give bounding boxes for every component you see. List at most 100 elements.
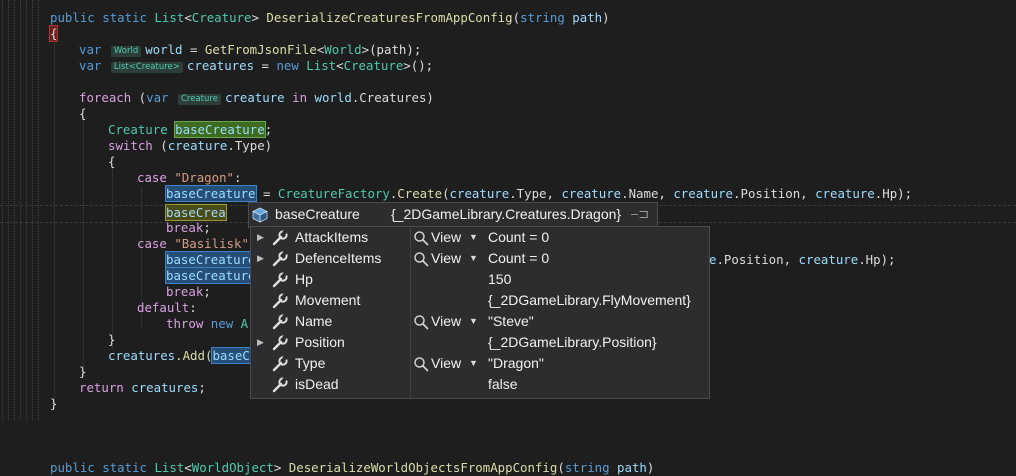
property-value[interactable]: Count = 0 — [488, 248, 549, 269]
property-wrench-icon — [272, 271, 288, 288]
property-name: Name — [295, 313, 333, 329]
keyword: return — [79, 380, 124, 395]
chevron-down-icon[interactable]: ▼ — [469, 227, 478, 248]
variable-highlight: baseCreature — [165, 185, 257, 202]
variable: world — [145, 42, 183, 57]
inline-type-hint: World — [110, 46, 142, 57]
property-value[interactable]: {_2DGameLibrary.FlyMovement} — [488, 290, 691, 311]
variable: world — [314, 90, 352, 105]
view-label: View — [431, 229, 462, 245]
variable: creature — [673, 186, 734, 201]
code-line: baseCreature — [165, 267, 257, 284]
property-value[interactable]: "Steve" — [488, 311, 534, 332]
keyword: in — [292, 90, 308, 105]
keyword: switch — [108, 138, 153, 153]
datatip-row[interactable]: ▶ AttackItems View ▼ Count = 0 — [251, 227, 709, 248]
datatip-row[interactable]: Name View ▼ "Steve" — [251, 311, 709, 332]
inline-type-hint: Creature — [178, 94, 221, 105]
keyword: default — [137, 300, 190, 315]
code-line: Creature baseCreature; — [108, 121, 272, 138]
property-name: Hp — [295, 271, 313, 287]
code-line: baseCreature — [165, 251, 257, 268]
property-name: Movement — [295, 292, 361, 308]
punct: = — [182, 42, 205, 57]
punct: .Type) — [227, 138, 273, 153]
brace: } — [79, 364, 87, 379]
code-line-tail: e.Position, creature.Hp); — [709, 252, 896, 268]
punct: .Position, — [733, 186, 816, 201]
expand-arrow-icon[interactable]: ▶ — [257, 248, 264, 269]
variable: creatures — [131, 380, 199, 395]
datatip-members-panel: ▶ AttackItems View ▼ Count = 0 ▶ DefenceItems V… — [250, 226, 710, 399]
property-value[interactable]: 150 — [488, 269, 511, 290]
property-name: Type — [295, 355, 326, 371]
method-name: .Add( — [175, 348, 213, 363]
datatip-row[interactable]: ▶ DefenceItems View ▼ Count = 0 — [251, 248, 709, 269]
property-value[interactable]: {_2DGameLibrary.Position} — [488, 332, 657, 353]
code-line: baseCrea — [165, 204, 227, 221]
method-name: GetFromJsonFile — [204, 42, 317, 57]
property-name: AttackItems — [295, 229, 369, 245]
punct: : — [189, 300, 197, 315]
magnifier-icon — [414, 357, 429, 372]
type-name: Creature — [191, 10, 252, 25]
property-value[interactable]: false — [488, 374, 518, 395]
datatip-row[interactable]: Movement {_2DGameLibrary.FlyMovement} — [251, 290, 709, 311]
punct: > — [251, 10, 259, 25]
punct: ( — [557, 460, 565, 475]
code-line: default: — [137, 300, 197, 316]
indent-guide — [112, 168, 113, 348]
code-line: switch (creature.Type) — [108, 138, 272, 154]
keyword: case — [137, 170, 167, 185]
punct: .Type, — [509, 186, 562, 201]
punct: ; — [203, 220, 211, 235]
datatip-row[interactable]: Hp 150 — [251, 269, 709, 290]
punct: > — [361, 42, 370, 57]
keyword: var — [146, 90, 169, 105]
code-line: public static List<WorldObject> Deserial… — [50, 460, 654, 476]
datatip-row[interactable]: Type View ▼ "Dragon" — [251, 353, 709, 374]
property-wrench-icon — [272, 355, 288, 372]
punct: .Hp); — [874, 186, 913, 201]
datatip-header[interactable]: ◢ baseCreature {_2DGameLibrary.Creatures… — [248, 202, 658, 228]
property-wrench-icon — [272, 292, 288, 309]
chevron-down-icon[interactable]: ▼ — [469, 311, 478, 332]
expand-arrow-icon[interactable]: ▶ — [257, 227, 264, 248]
keyword: throw — [166, 316, 204, 331]
variable: creature — [561, 186, 622, 201]
punct: (path); — [369, 42, 422, 57]
datatip-row[interactable]: isDead false — [251, 374, 709, 395]
string-literal: "Basilisk" — [174, 236, 249, 251]
datatip-row[interactable]: ▶ Position {_2DGameLibrary.Position} — [251, 332, 709, 353]
parameter: path — [617, 460, 647, 475]
brace-match: { — [48, 25, 59, 42]
property-value[interactable]: "Dragon" — [488, 353, 544, 374]
variable: creatures — [108, 348, 176, 363]
code-line: case "Basilisk" — [137, 236, 249, 252]
punct: ; — [198, 380, 206, 395]
brace: { — [79, 106, 87, 121]
datatip-variable-value[interactable]: {_2DGameLibrary.Creatures.Dragon} — [391, 206, 621, 222]
variable-highlight: baseCreature — [174, 121, 266, 138]
code-line: break; — [166, 220, 211, 236]
keyword: new — [210, 316, 234, 331]
pin-icon[interactable]: –⊐ — [631, 206, 649, 222]
type-name: List — [154, 10, 185, 25]
indent-guide — [83, 118, 84, 368]
variable: creature — [815, 186, 875, 201]
inline-type-hint: List<Creature> — [110, 62, 183, 73]
parameter: path — [572, 10, 603, 25]
punct: = — [255, 186, 278, 201]
chevron-down-icon[interactable]: ▼ — [469, 248, 478, 269]
variable: creature — [798, 252, 859, 267]
punct: ( — [131, 90, 147, 105]
property-name: DefenceItems — [295, 250, 382, 266]
code-line: creatures.Add(baseCr — [108, 347, 259, 364]
view-label: View — [431, 355, 462, 371]
property-value[interactable]: Count = 0 — [488, 227, 549, 248]
object-cube-icon — [252, 207, 268, 223]
expand-arrow-icon[interactable]: ▶ — [257, 332, 264, 353]
variable-highlight[interactable]: baseCrea — [165, 204, 227, 221]
chevron-down-icon[interactable]: ▼ — [469, 353, 478, 374]
code-line: break; — [166, 284, 211, 300]
